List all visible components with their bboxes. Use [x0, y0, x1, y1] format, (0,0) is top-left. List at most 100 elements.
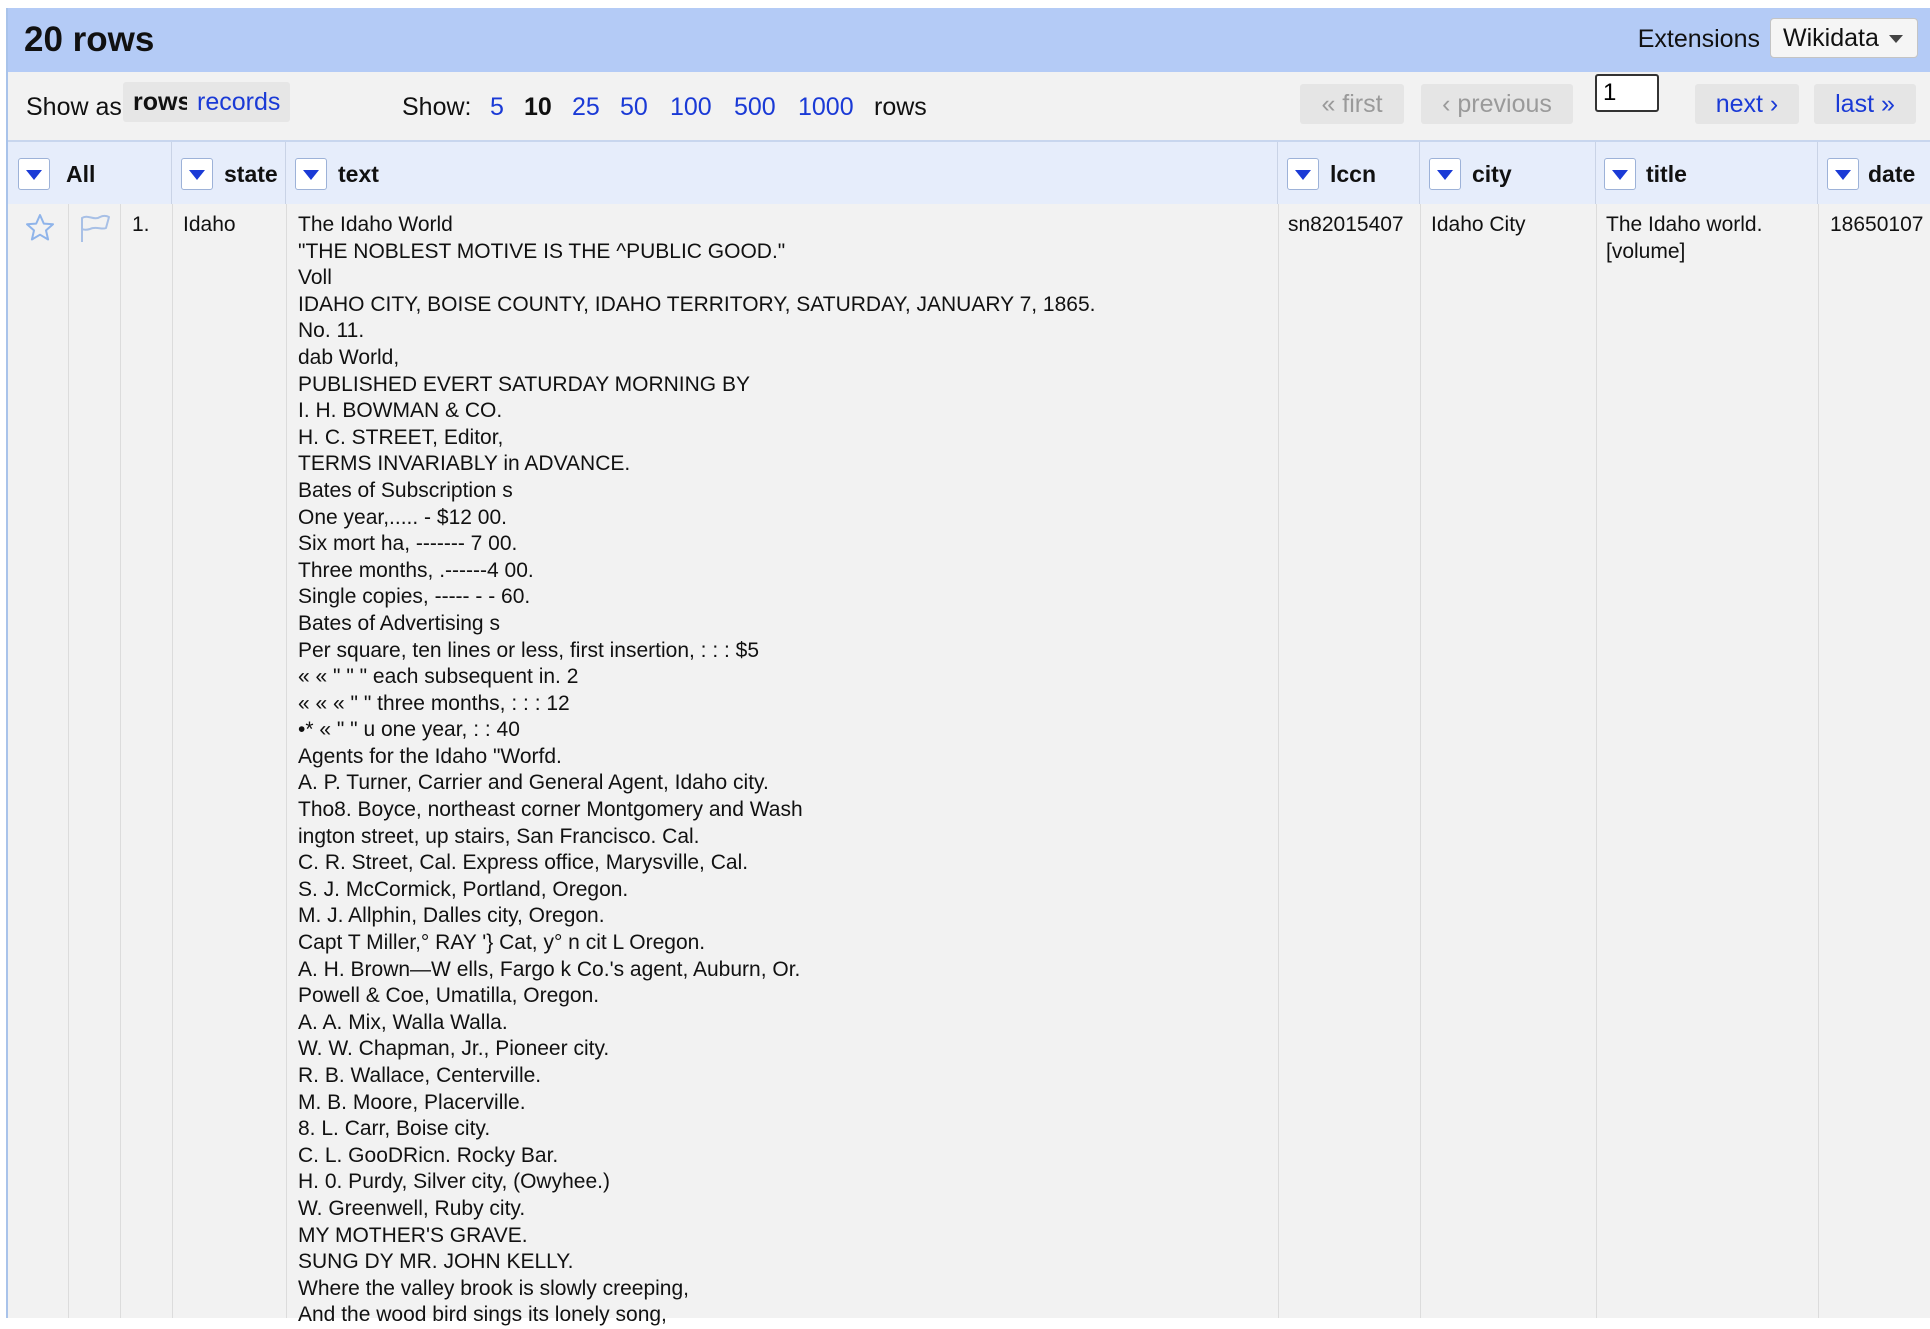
text-line: 8. L. Carr, Boise city.	[298, 1117, 491, 1141]
next-page-button[interactable]: next ›	[1695, 84, 1799, 124]
column-label-text: text	[338, 161, 379, 187]
column-header-lccn[interactable]: lccn	[1278, 142, 1420, 204]
previous-page-button[interactable]: ‹ previous	[1421, 84, 1573, 124]
text-line: S. J. McCormick, Portland, Oregon.	[298, 877, 629, 901]
text-line: M. J. Allphin, Dalles city, Oregon.	[298, 904, 605, 928]
text-line: "THE NOBLEST MOTIVE IS THE ^PUBLIC GOOD.…	[298, 239, 786, 263]
cell-title-line: [volume]	[1606, 239, 1686, 263]
text-line: A. A. Mix, Walla Walla.	[298, 1010, 508, 1034]
text-line: C. R. Street, Cal. Express office, Marys…	[298, 851, 749, 875]
text-line: Per square, ten lines or less, first ins…	[298, 638, 760, 662]
wikidata-label: Wikidata	[1783, 24, 1879, 52]
page-size-1000[interactable]: 1000	[798, 93, 854, 122]
extensions-label: Extensions	[1637, 25, 1760, 53]
text-line: •* « " " u one year, : : 40	[298, 718, 520, 742]
chevron-down-icon	[1889, 35, 1903, 43]
text-line: H. 0. Purdy, Silver city, (Owyhee.)	[298, 1170, 610, 1194]
chevron-down-icon[interactable]	[295, 158, 327, 190]
text-line: MY MOTHER'S GRAVE.	[298, 1223, 528, 1247]
text-line: A. H. Brown—W ells, Fargo k Co.'s agent,…	[298, 957, 801, 981]
text-line: Six mort ha, ------- 7 00.	[298, 532, 518, 556]
text-line: Bates of Subscription s	[298, 478, 513, 502]
column-header-title[interactable]: title	[1596, 142, 1818, 204]
column-divider	[1818, 204, 1819, 1318]
cell-date: 18650107	[1830, 213, 1924, 236]
column-divider	[172, 204, 173, 1318]
text-line: « « " " " each subsequent in. 2	[298, 665, 579, 689]
data-table-panel: 20 rows Extensions Wikidata Show as: row…	[6, 8, 1930, 1326]
text-line: M. B. Moore, Placerville.	[298, 1090, 526, 1114]
column-divider	[286, 204, 287, 1318]
column-label-all: All	[66, 161, 96, 187]
text-line: Three months, .------4 00.	[298, 558, 534, 582]
cell-lccn: sn82015407	[1288, 213, 1404, 236]
page-size-25[interactable]: 25	[572, 93, 600, 122]
page-size-10[interactable]: 10	[524, 93, 552, 122]
records-mode-button[interactable]: records	[187, 82, 291, 122]
column-label-city: city	[1472, 161, 1512, 187]
column-header-state[interactable]: state	[172, 142, 286, 204]
chevron-down-icon[interactable]	[18, 158, 50, 190]
header-bar: 20 rows Extensions Wikidata	[8, 8, 1930, 72]
text-line: Single copies, ----- - - 60.	[298, 585, 531, 609]
text-line: Powell & Coe, Umatilla, Oregon.	[298, 984, 600, 1008]
text-line: Voll	[298, 266, 332, 290]
cell-title: The Idaho world. [volume]	[1606, 212, 1762, 265]
cell-city: Idaho City	[1431, 213, 1526, 236]
chevron-down-icon[interactable]	[1827, 158, 1859, 190]
column-header-city[interactable]: city	[1420, 142, 1596, 204]
chevron-down-icon[interactable]	[181, 158, 213, 190]
column-label-lccn: lccn	[1330, 161, 1377, 187]
text-line: Tho8. Boyce, northeast corner Montgomery…	[298, 798, 803, 822]
text-line: I. H. BOWMAN & CO.	[298, 399, 503, 423]
text-line: ington street, up stairs, San Francisco.…	[298, 824, 700, 848]
flag-icon[interactable]	[78, 212, 112, 244]
cell-title-line: The Idaho world.	[1606, 213, 1763, 236]
rows-suffix-label: rows	[874, 93, 927, 121]
table-body: 1. Idaho The Idaho World "THE NOBLEST MOT…	[8, 204, 1930, 1326]
page-size-100[interactable]: 100	[670, 93, 712, 122]
text-line: Capt T Miller,° RAY '} Cat, y° n cit L O…	[298, 931, 706, 955]
column-label-title: title	[1646, 161, 1687, 187]
row-index: 1.	[132, 213, 150, 236]
last-page-button[interactable]: last »	[1814, 84, 1916, 124]
page-number-input[interactable]	[1595, 74, 1659, 112]
cell-state: Idaho	[183, 213, 236, 236]
column-label-date: date	[1868, 161, 1916, 187]
first-page-button[interactable]: « first	[1300, 84, 1404, 124]
page-size-50[interactable]: 50	[620, 93, 648, 122]
column-divider	[1278, 204, 1279, 1318]
star-icon[interactable]	[24, 212, 56, 244]
row-count-title: 20 rows	[24, 20, 155, 59]
show-label: Show:	[402, 93, 472, 121]
column-header-row: All state text lccn city title date	[8, 142, 1930, 206]
column-label-state: state	[224, 161, 278, 187]
column-header-date[interactable]: date	[1818, 142, 1930, 204]
text-line: One year,..... - $12 00.	[298, 505, 507, 529]
text-line: TERMS INVARIABLY in ADVANCE.	[298, 452, 631, 476]
text-line: The Idaho World	[298, 213, 453, 236]
wikidata-menu-button[interactable]: Wikidata	[1770, 18, 1918, 58]
chevron-down-icon[interactable]	[1429, 158, 1461, 190]
text-line: SUNG DY MR. JOHN KELLY.	[298, 1250, 574, 1274]
chevron-down-icon[interactable]	[1287, 158, 1319, 190]
text-line: A. P. Turner, Carrier and General Agent,…	[298, 771, 769, 795]
column-header-all[interactable]: All	[8, 142, 172, 204]
text-line: C. L. GooDRicn. Rocky Bar.	[298, 1143, 559, 1167]
page-size-5[interactable]: 5	[490, 93, 504, 122]
text-line: R. B. Wallace, Centerville.	[298, 1064, 542, 1087]
text-line: W. Greenwell, Ruby city.	[298, 1196, 526, 1220]
text-line: Bates of Advertising s	[298, 611, 500, 635]
text-line: IDAHO CITY, BOISE COUNTY, IDAHO TERRITOR…	[298, 292, 1096, 316]
text-line: « « « " " three months, : : : 12	[298, 691, 570, 715]
text-line: No. 11.	[298, 319, 365, 343]
show-as-label: Show as:	[26, 93, 129, 121]
text-line: PUBLISHED EVERT SATURDAY MORNING BY	[298, 372, 750, 396]
text-line: dab World,	[298, 345, 400, 369]
text-line: Agents for the Idaho "Worfd.	[298, 744, 562, 768]
page-size-500[interactable]: 500	[734, 93, 776, 122]
text-line: H. C. STREET, Editor,	[298, 425, 504, 449]
text-line: W. W. Chapman, Jr., Pioneer city.	[298, 1037, 610, 1061]
chevron-down-icon[interactable]	[1604, 158, 1636, 190]
column-header-text[interactable]: text	[286, 142, 1278, 204]
